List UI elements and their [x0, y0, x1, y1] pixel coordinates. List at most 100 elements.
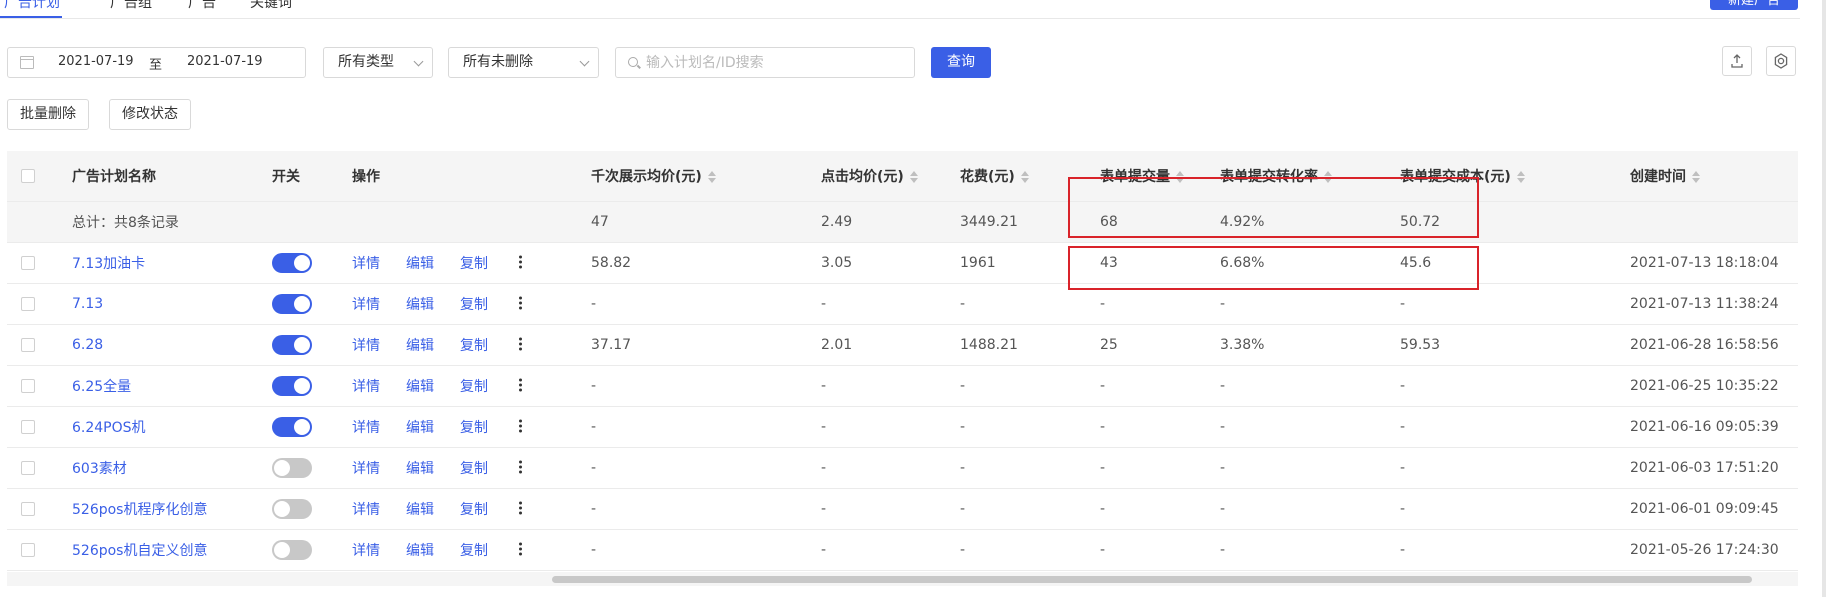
tab-keywords[interactable]: 关键词	[250, 0, 292, 12]
campaign-name-link[interactable]: 6.24POS机	[72, 417, 146, 437]
header-cost[interactable]: 花费(元)	[960, 166, 1029, 186]
cpm-cell: -	[591, 542, 597, 558]
campaign-name-link[interactable]: 7.13	[72, 296, 103, 312]
edit-link[interactable]: 编辑	[406, 540, 434, 560]
scrollbar-thumb[interactable]	[552, 576, 1752, 583]
row-checkbox[interactable]	[21, 379, 35, 393]
edit-link[interactable]: 编辑	[406, 376, 434, 396]
edit-link[interactable]: 编辑	[406, 417, 434, 437]
sort-icon	[1692, 171, 1700, 183]
header-cpc-label: 点击均价(元)	[821, 169, 904, 185]
status-toggle[interactable]	[272, 540, 312, 560]
header-cpm[interactable]: 千次展示均价(元)	[591, 166, 716, 186]
vertical-scrollbar[interactable]	[1822, 0, 1826, 597]
search-input[interactable]	[646, 52, 906, 73]
copy-link[interactable]: 复制	[460, 294, 488, 314]
more-vertical-icon[interactable]	[519, 501, 522, 517]
date-start[interactable]: 2021-07-19	[58, 54, 134, 69]
copy-link[interactable]: 复制	[460, 499, 488, 519]
campaign-name-link[interactable]: 603素材	[72, 458, 127, 478]
status-toggle[interactable]	[272, 294, 312, 314]
detail-link[interactable]: 详情	[352, 540, 380, 560]
status-toggle[interactable]	[272, 253, 312, 273]
cpa-cell: -	[1400, 419, 1406, 435]
modify-status-button[interactable]: 修改状态	[109, 99, 191, 130]
campaign-name-link[interactable]: 6.25全量	[72, 376, 131, 396]
status-toggle[interactable]	[272, 376, 312, 396]
detail-link[interactable]: 详情	[352, 417, 380, 437]
header-created[interactable]: 创建时间	[1630, 166, 1700, 186]
detail-link[interactable]: 详情	[352, 458, 380, 478]
cpc-cell: -	[821, 542, 827, 558]
more-vertical-icon[interactable]	[519, 255, 522, 271]
copy-link[interactable]: 复制	[460, 417, 488, 437]
row-checkbox[interactable]	[21, 543, 35, 557]
submit-cell: -	[1100, 542, 1106, 558]
copy-link[interactable]: 复制	[460, 376, 488, 396]
new-campaign-button[interactable]: 新建广告	[1710, 0, 1798, 10]
copy-link[interactable]: 复制	[460, 335, 488, 355]
settings-button[interactable]	[1766, 46, 1796, 76]
cpm-cell: -	[591, 378, 597, 394]
detail-link[interactable]: 详情	[352, 294, 380, 314]
header-cpc[interactable]: 点击均价(元)	[821, 166, 918, 186]
status-toggle[interactable]	[272, 499, 312, 519]
submit-cell: -	[1100, 296, 1106, 312]
horizontal-scrollbar[interactable]	[7, 572, 1798, 586]
more-vertical-icon[interactable]	[519, 337, 522, 353]
campaign-name-link[interactable]: 526pos机自定义创意	[72, 540, 207, 560]
detail-link[interactable]: 详情	[352, 499, 380, 519]
status-toggle[interactable]	[272, 458, 312, 478]
cost-cell: -	[960, 542, 966, 558]
export-button[interactable]	[1722, 46, 1752, 76]
cpc-cell: 3.05	[821, 255, 853, 271]
sort-icon	[707, 171, 716, 183]
cost-cell: 1961	[960, 255, 996, 271]
more-vertical-icon[interactable]	[519, 378, 522, 394]
campaign-name-link[interactable]: 526pos机程序化创意	[72, 499, 207, 519]
copy-link[interactable]: 复制	[460, 540, 488, 560]
cpa-cell: -	[1400, 460, 1406, 476]
row-checkbox[interactable]	[21, 338, 35, 352]
edit-link[interactable]: 编辑	[406, 294, 434, 314]
date-range-picker[interactable]: 2021-07-19 至 2021-07-19	[7, 47, 306, 78]
header-switch: 开关	[272, 169, 300, 185]
row-checkbox[interactable]	[21, 461, 35, 475]
submit-cell: -	[1100, 378, 1106, 394]
status-select[interactable]: 所有未删除	[448, 47, 599, 78]
header-name: 广告计划名称	[72, 169, 156, 185]
status-toggle[interactable]	[272, 335, 312, 355]
edit-link[interactable]: 编辑	[406, 335, 434, 355]
more-vertical-icon[interactable]	[519, 460, 522, 476]
batch-delete-button[interactable]: 批量删除	[7, 99, 89, 130]
cpm-cell: -	[591, 501, 597, 517]
date-end[interactable]: 2021-07-19	[187, 54, 263, 69]
detail-link[interactable]: 详情	[352, 335, 380, 355]
row-checkbox[interactable]	[21, 256, 35, 270]
query-button[interactable]: 查询	[931, 47, 991, 78]
tab-ad-groups[interactable]: 广告组	[110, 0, 152, 12]
copy-link[interactable]: 复制	[460, 458, 488, 478]
edit-link[interactable]: 编辑	[406, 458, 434, 478]
campaign-name-link[interactable]: 6.28	[72, 337, 103, 353]
copy-link[interactable]: 复制	[460, 253, 488, 273]
row-checkbox[interactable]	[21, 502, 35, 516]
type-select[interactable]: 所有类型	[323, 47, 433, 78]
edit-link[interactable]: 编辑	[406, 253, 434, 273]
row-checkbox[interactable]	[21, 420, 35, 434]
cost-cell: -	[960, 501, 966, 517]
select-all-checkbox[interactable]	[21, 169, 35, 183]
more-vertical-icon[interactable]	[519, 542, 522, 558]
more-vertical-icon[interactable]	[519, 419, 522, 435]
detail-link[interactable]: 详情	[352, 253, 380, 273]
status-toggle[interactable]	[272, 417, 312, 437]
edit-link[interactable]: 编辑	[406, 499, 434, 519]
tab-ads[interactable]: 广告	[188, 0, 216, 12]
campaign-name-link[interactable]: 7.13加油卡	[72, 253, 145, 273]
row-checkbox[interactable]	[21, 297, 35, 311]
tab-campaigns[interactable]: 广告计划	[4, 0, 60, 12]
more-vertical-icon[interactable]	[519, 296, 522, 312]
cpc-cell: -	[821, 419, 827, 435]
detail-link[interactable]: 详情	[352, 376, 380, 396]
active-tab-indicator	[0, 16, 62, 18]
